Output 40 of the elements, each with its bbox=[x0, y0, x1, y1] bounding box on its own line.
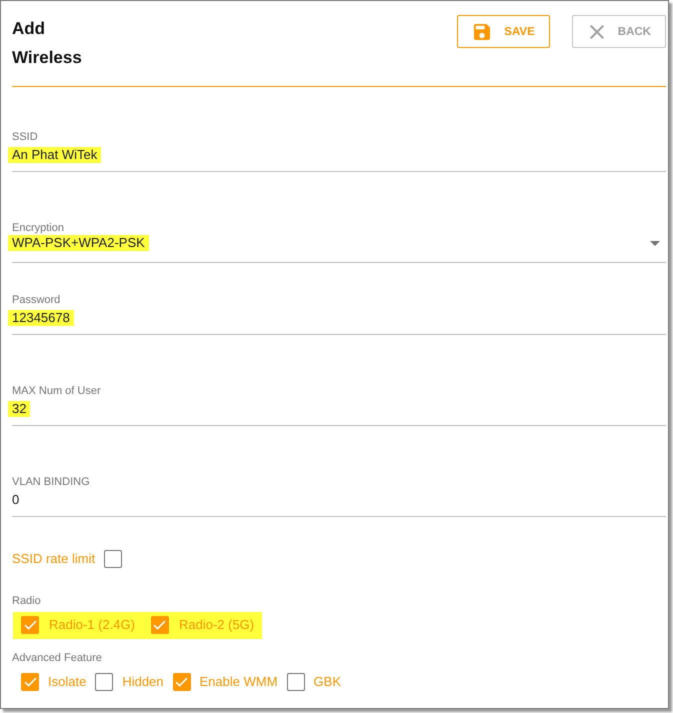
check-icon bbox=[24, 620, 36, 630]
caret-icon bbox=[650, 240, 660, 246]
checkbox-label[interactable]: Radio-2 (5G) bbox=[178, 617, 254, 633]
text-field[interactable]: 32 bbox=[12, 401, 666, 426]
checkbox[interactable] bbox=[21, 673, 39, 691]
checkbox-label[interactable]: Radio-1 (2.4G) bbox=[49, 617, 135, 633]
checkbox-label[interactable]: Enable WMM bbox=[200, 674, 278, 690]
check-icon bbox=[24, 677, 36, 687]
select-field[interactable]: WPA-PSK+WPA2-PSK bbox=[12, 235, 666, 263]
checkbox-label[interactable]: SSID rate limit bbox=[12, 551, 96, 567]
check-icon bbox=[175, 677, 188, 687]
field-value: 32 bbox=[8, 401, 30, 417]
checkbox-label[interactable]: Isolate bbox=[48, 674, 86, 690]
text-field[interactable]: An Phat WiTek bbox=[12, 147, 666, 172]
field-label: Encryption bbox=[12, 221, 65, 235]
back-button[interactable]: BACK bbox=[572, 15, 666, 48]
check-icon bbox=[153, 620, 166, 630]
field-label: MAX Num of User bbox=[12, 384, 102, 398]
checkbox-label[interactable]: GBK bbox=[314, 674, 342, 690]
checkbox[interactable] bbox=[21, 616, 39, 634]
group-label: Advanced Feature bbox=[12, 651, 103, 665]
checkbox-label[interactable]: Hidden bbox=[122, 674, 164, 690]
text-field[interactable]: 0 bbox=[12, 492, 666, 517]
checkbox[interactable] bbox=[104, 550, 122, 568]
checkbox[interactable] bbox=[95, 673, 114, 691]
checkbox[interactable] bbox=[172, 673, 191, 691]
field-value: An Phat WiTek bbox=[8, 147, 102, 163]
save-button[interactable]: SAVE bbox=[457, 15, 550, 48]
group-label: Radio bbox=[12, 594, 42, 608]
field-label: Password bbox=[12, 293, 62, 307]
text-field[interactable]: 12345678 bbox=[12, 310, 666, 335]
close-icon bbox=[590, 24, 604, 38]
field-value: WPA-PSK+WPA2-PSK bbox=[8, 235, 149, 251]
field-label: SSID bbox=[12, 130, 39, 144]
checkbox[interactable] bbox=[286, 673, 305, 691]
page-title: Add Wireless bbox=[12, 18, 83, 69]
field-label: VLAN BINDING bbox=[12, 475, 91, 489]
field-value: 0 bbox=[11, 492, 20, 508]
checkbox[interactable] bbox=[150, 616, 169, 634]
field-value: 12345678 bbox=[8, 310, 74, 326]
